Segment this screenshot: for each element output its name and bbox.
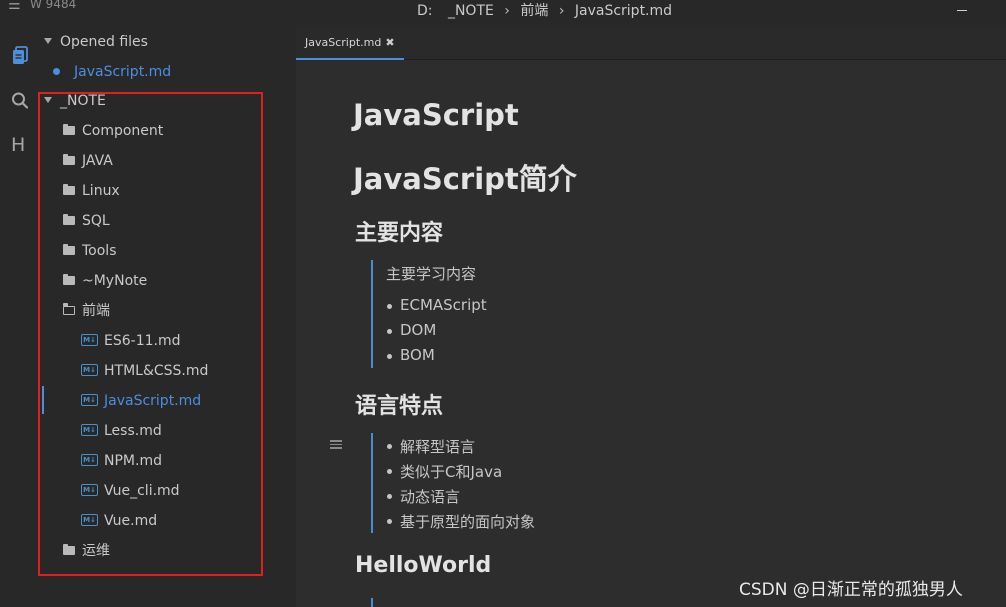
list-item: 动态语言 (386, 488, 461, 506)
breadcrumb-sep: › (558, 3, 565, 19)
file-item-npm[interactable]: M↓ NPM.md (81, 450, 162, 472)
minimize-button[interactable] (957, 10, 967, 11)
watermark: CSDN @日渐正常的孤独男人 (739, 580, 963, 600)
folder-icon (63, 153, 75, 165)
opened-files-section[interactable]: Opened files (44, 31, 148, 53)
folder-icon (63, 243, 75, 255)
heading-js-intro: JavaScript简介 (353, 162, 577, 196)
list-item: 类似于C和Java (386, 463, 503, 481)
chevron-down-icon (44, 97, 52, 103)
markdown-icon: M↓ (81, 334, 98, 346)
opened-file-item[interactable]: JavaScript.md (53, 61, 171, 83)
file-explorer-sidebar: W 9484 Opened files JavaScript.md _NOTE … (30, 0, 296, 607)
list-item: ECMAScript (387, 296, 487, 314)
list-item: 基于原型的面向对象 (386, 513, 536, 531)
markdown-icon: M↓ (81, 424, 98, 436)
heading-language-features: 语言特点 (355, 394, 444, 419)
folder-icon (63, 213, 75, 225)
outline-icon[interactable]: H (11, 135, 29, 155)
search-icon[interactable] (11, 91, 29, 111)
markdown-icon: M↓ (81, 514, 98, 526)
file-item-es6[interactable]: M↓ ES6-11.md (81, 330, 180, 352)
heading-javascript: JavaScript (353, 98, 519, 132)
close-icon[interactable]: ✖ (385, 36, 394, 49)
unsaved-dot-icon (53, 67, 60, 75)
activity-bar: ☰ H (0, 0, 38, 607)
folder-open-icon (62, 303, 75, 315)
folder-frontend[interactable]: 前端 (62, 300, 110, 322)
folder-icon (63, 123, 75, 135)
tab-javascript-md[interactable]: JavaScript.md ✖ (296, 28, 404, 60)
file-item-htmlcss[interactable]: M↓ HTML&CSS.md (81, 360, 208, 382)
markdown-editor[interactable]: JavaScript JavaScript简介 主要内容 主要学习内容 ECMA… (296, 60, 1006, 607)
markdown-icon: M↓ (81, 454, 98, 466)
selection-indicator (42, 386, 44, 414)
blockquote-bar (371, 433, 373, 533)
markdown-icon: M↓ (81, 394, 98, 406)
file-item-less[interactable]: M↓ Less.md (81, 420, 162, 442)
file-item-vuecli[interactable]: M↓ Vue_cli.md (81, 480, 180, 502)
breadcrumb-folder-note[interactable]: _NOTE (448, 3, 494, 19)
breadcrumb-sep: › (504, 3, 510, 19)
list-format-icon[interactable] (330, 440, 342, 452)
breadcrumb-file[interactable]: JavaScript.md (575, 3, 672, 19)
files-icon[interactable] (11, 46, 29, 66)
folder-ops[interactable]: 运维 (63, 540, 110, 562)
folder-icon (63, 183, 75, 195)
chevron-down-icon (44, 38, 52, 44)
folder-component[interactable]: Component (63, 120, 163, 142)
blockquote-bar (371, 260, 373, 368)
folder-linux[interactable]: Linux (63, 180, 120, 202)
file-item-vue[interactable]: M↓ Vue.md (81, 510, 157, 532)
folder-sql[interactable]: SQL (63, 210, 110, 232)
list-item: BOM (387, 346, 435, 364)
folder-mynote[interactable]: ~MyNote (63, 270, 147, 292)
folder-icon (63, 273, 75, 285)
list-item: 解释型语言 (386, 438, 476, 456)
markdown-icon: M↓ (81, 364, 98, 376)
folder-tools[interactable]: Tools (63, 240, 117, 262)
breadcrumb-folder-frontend[interactable]: 前端 (520, 3, 548, 19)
folder-java[interactable]: JAVA (63, 150, 113, 172)
folder-icon (63, 543, 75, 555)
markdown-icon: M↓ (81, 484, 98, 496)
tab-bar: JavaScript.md ✖ (296, 28, 1006, 60)
file-item-javascript[interactable]: M↓ JavaScript.md (81, 390, 201, 412)
list-item: DOM (386, 321, 437, 339)
folder-note[interactable]: _NOTE (44, 90, 106, 112)
breadcrumb-drive[interactable]: D: (417, 3, 433, 19)
blockquote-text: 主要学习内容 (386, 265, 477, 283)
heading-helloworld: HelloWorld (355, 553, 492, 578)
breadcrumb: D: _NOTE › 前端 › JavaScript.md (417, 0, 678, 20)
sidebar-title: W 9484 (30, 0, 77, 11)
heading-main-content: 主要内容 (355, 221, 444, 246)
menu-icon[interactable]: ☰ (8, 0, 21, 13)
blockquote-bar (371, 598, 373, 607)
